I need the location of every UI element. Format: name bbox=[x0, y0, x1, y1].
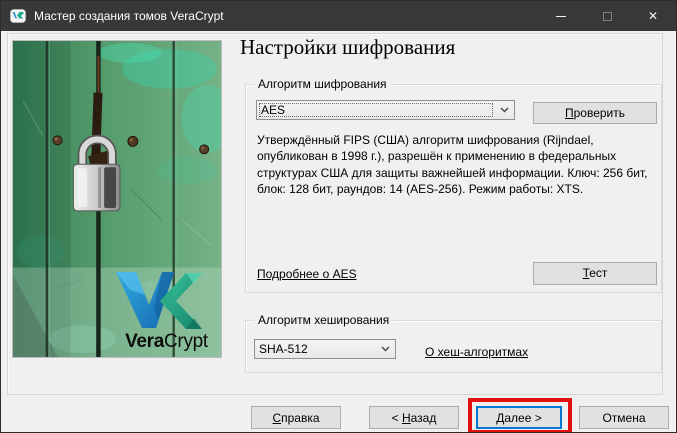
focus-rectangle bbox=[259, 103, 493, 117]
back-button[interactable]: < Назад bbox=[369, 406, 459, 429]
encryption-algorithm-select[interactable]: AES bbox=[256, 100, 515, 120]
titlebar[interactable]: Мастер создания томов VeraCrypt ✕ bbox=[1, 1, 676, 31]
door-photo: VeraCrypt bbox=[12, 40, 222, 358]
help-button[interactable]: Справка bbox=[251, 406, 341, 429]
test-button[interactable]: Тест bbox=[533, 262, 657, 285]
veracrypt-wizard-window: Мастер создания томов VeraCrypt ✕ bbox=[0, 0, 677, 433]
app-icon bbox=[10, 8, 26, 24]
more-about-aes-link[interactable]: Подробнее о AES bbox=[257, 267, 357, 281]
check-button[interactable]: Проверить bbox=[533, 102, 657, 124]
page-title: Настройки шифрования bbox=[240, 35, 455, 60]
hash-algorithm-select[interactable]: SHA-512 bbox=[254, 339, 396, 359]
dialog-client-area: VeraCrypt Настройки шифрования Алгоритм … bbox=[1, 31, 676, 432]
minimize-icon[interactable] bbox=[538, 1, 584, 31]
algorithm-description: Утверждённый FIPS (США) алгоритм шифрова… bbox=[257, 132, 661, 198]
window-title: Мастер создания томов VeraCrypt bbox=[34, 1, 224, 31]
veracrypt-logo bbox=[116, 270, 202, 332]
veracrypt-wordmark: VeraCrypt bbox=[114, 331, 219, 353]
window-controls: ✕ bbox=[538, 1, 676, 31]
hash-group-label: Алгоритм хеширования bbox=[254, 313, 393, 327]
cancel-button[interactable]: Отмена bbox=[579, 406, 669, 429]
next-button[interactable]: Далее > bbox=[476, 406, 562, 429]
chevron-down-icon bbox=[381, 346, 390, 352]
close-icon[interactable]: ✕ bbox=[630, 1, 676, 31]
encryption-group-label: Алгоритм шифрования bbox=[254, 77, 391, 91]
hash-algorithm-value: SHA-512 bbox=[259, 340, 308, 358]
maximize-icon bbox=[584, 1, 630, 31]
hash-algorithms-link[interactable]: О хеш-алгоритмах bbox=[425, 345, 528, 359]
chevron-down-icon bbox=[500, 107, 509, 113]
